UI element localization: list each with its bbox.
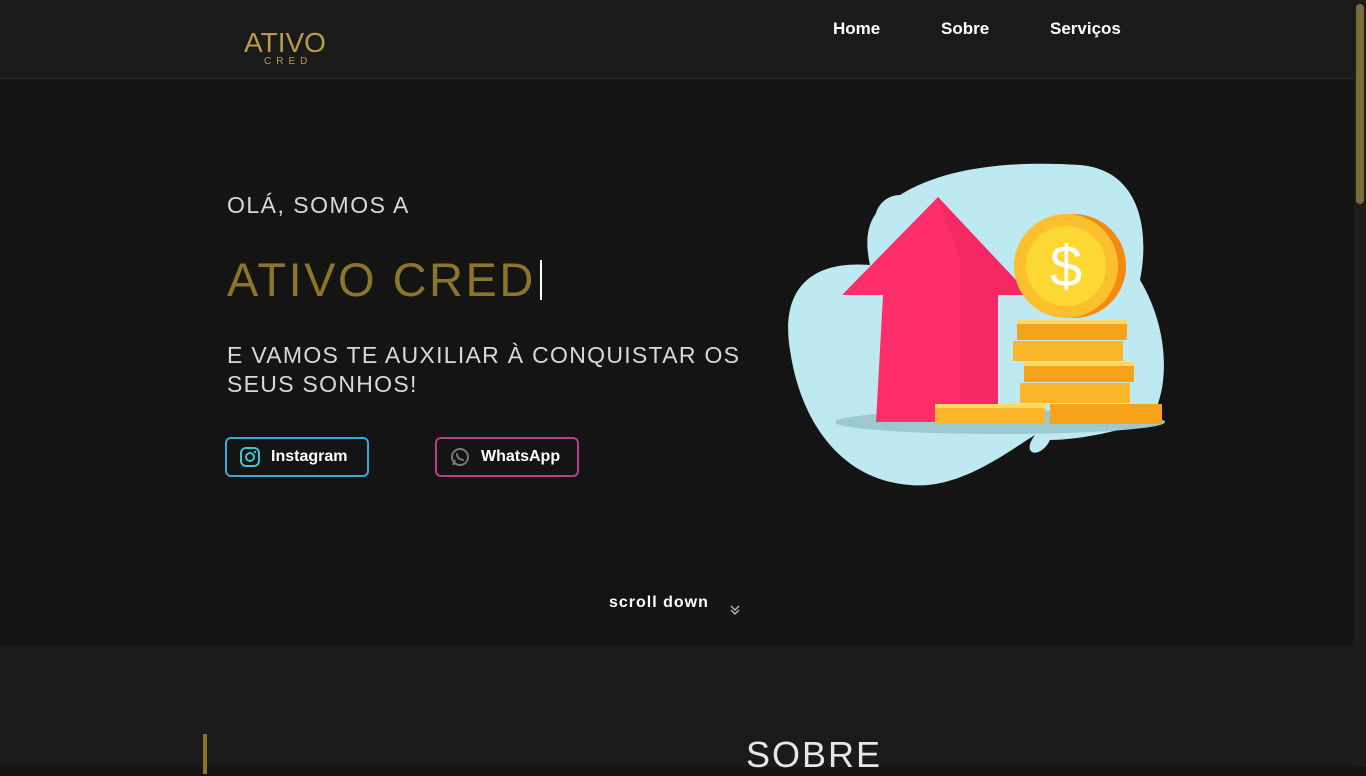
nav-servicos[interactable]: Serviços (1050, 18, 1121, 40)
whatsapp-label: WhatsApp (481, 448, 561, 465)
about-section: SOBRE (0, 646, 1354, 775)
hero-subtitle: E VAMOS TE AUXILIAR À CONQUISTAR OS SEUS… (227, 342, 741, 397)
growth-illustration: $ (788, 163, 1165, 486)
scroll-down-link[interactable]: scroll down (609, 594, 709, 612)
whatsapp-button[interactable]: WhatsApp (435, 437, 579, 477)
about-title: SOBRE (746, 734, 883, 775)
about-accent-bar (203, 734, 207, 774)
svg-text:$: $ (1050, 234, 1082, 299)
logo-main-text: ATIVO (244, 27, 326, 58)
nav-sobre[interactable]: Sobre (941, 18, 989, 40)
page-scrollbar[interactable] (1354, 0, 1366, 767)
whatsapp-icon (449, 446, 471, 468)
nav-home[interactable]: Home (833, 18, 880, 40)
logo-sub-text: CRED (264, 56, 313, 67)
chevron-double-down-icon[interactable] (729, 604, 741, 616)
dollar-coin-icon: $ (1014, 214, 1126, 318)
brand-logo[interactable]: ATIVO CRED (244, 28, 334, 70)
typing-cursor (540, 260, 542, 300)
site-header: ATIVO CRED Home Sobre Serviços (0, 0, 1354, 79)
hero-title: ATIVO CRED (227, 253, 536, 306)
instagram-button[interactable]: Instagram (225, 437, 369, 477)
instagram-icon (239, 446, 261, 468)
hero-greeting: OLÁ, SOMOS A (227, 192, 410, 218)
scrollbar-thumb[interactable] (1356, 4, 1364, 204)
instagram-label: Instagram (271, 448, 348, 465)
